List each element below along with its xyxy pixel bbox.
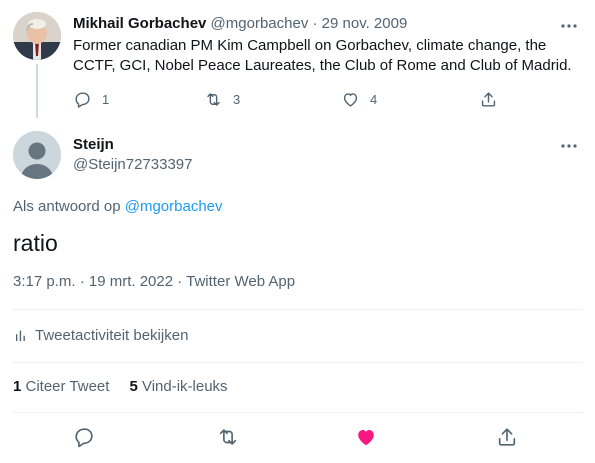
reply-count: 1 <box>102 91 110 107</box>
reply-to-handle-link[interactable]: @mgorbachev <box>125 198 223 215</box>
parent-tweet-header: Mikhail Gorbachev @mgorbachev · 29 nov. … <box>73 14 407 34</box>
tweet-stats: 1 Citeer Tweet 5 Vind-ik-leuks <box>13 377 248 397</box>
share-icon <box>481 91 496 107</box>
like-button[interactable] <box>355 426 379 450</box>
divider <box>13 362 583 363</box>
reply-handle[interactable]: @Steijn72733397 <box>73 155 193 175</box>
parent-tweet[interactable]: Mikhail Gorbachev @mgorbachev · 29 nov. … <box>0 0 595 125</box>
tweet-timestamp[interactable]: 3:17 p.m. · 19 mrt. 2022 · Twitter Web A… <box>13 272 295 292</box>
parent-separator: · <box>312 15 318 32</box>
reply-button[interactable] <box>73 426 97 450</box>
likes-stat[interactable]: 5 Vind-ik-leuks <box>129 377 227 397</box>
reply-button[interactable]: 1 <box>73 88 109 110</box>
quote-tweets-stat[interactable]: 1 Citeer Tweet <box>13 377 109 397</box>
divider <box>13 309 583 310</box>
retweet-icon <box>219 429 237 445</box>
like-count: 4 <box>370 91 378 107</box>
retweet-icon <box>207 92 220 106</box>
parent-tweet-actions: 1 3 4 <box>73 88 503 110</box>
tweet-activity-link[interactable]: Tweetactiviteit bekijken <box>13 322 188 348</box>
likes-count: 5 <box>129 378 138 395</box>
share-button[interactable] <box>496 426 520 450</box>
reply-display-name[interactable]: Steijn <box>73 135 114 155</box>
reply-tweet-text: ratio <box>13 230 58 256</box>
thread-line <box>36 64 38 118</box>
tweet-activity-label: Tweetactiviteit bekijken <box>35 326 189 344</box>
parent-display-name[interactable]: Mikhail Gorbachev <box>73 15 206 32</box>
reply-tweet-actions <box>0 424 595 452</box>
like-button[interactable]: 4 <box>341 88 377 110</box>
parent-handle[interactable]: @mgorbachev <box>211 15 309 32</box>
reply-to-prefix: Als antwoord op <box>13 198 125 215</box>
avatar-photo <box>13 12 61 60</box>
share-button[interactable] <box>479 88 498 110</box>
more-dots <box>561 24 577 28</box>
divider <box>13 412 583 413</box>
reply-icon <box>75 91 90 108</box>
default-avatar-icon <box>13 131 61 179</box>
retweet-button[interactable]: 3 <box>204 88 240 110</box>
reply-icon <box>75 428 93 448</box>
more-dots <box>561 144 577 148</box>
avatar[interactable] <box>13 131 61 179</box>
retweet-button[interactable] <box>217 426 241 450</box>
reply-to-line: Als antwoord op @mgorbachev <box>13 197 223 217</box>
heart-icon <box>358 429 374 446</box>
parent-date[interactable]: 29 nov. 2009 <box>322 15 408 32</box>
heart-icon <box>343 92 358 107</box>
quote-label: Citeer Tweet <box>21 378 110 395</box>
likes-label: Vind-ik-leuks <box>137 378 228 395</box>
retweet-count: 3 <box>233 91 241 107</box>
share-icon <box>498 428 516 446</box>
avatar[interactable] <box>13 12 61 60</box>
parent-tweet-text: Former canadian PM Kim Campbell on Gorba… <box>73 37 572 74</box>
bar-chart-icon <box>16 330 25 341</box>
more-icon[interactable]: ••• <box>557 19 581 37</box>
more-icon[interactable]: ••• <box>557 139 581 157</box>
